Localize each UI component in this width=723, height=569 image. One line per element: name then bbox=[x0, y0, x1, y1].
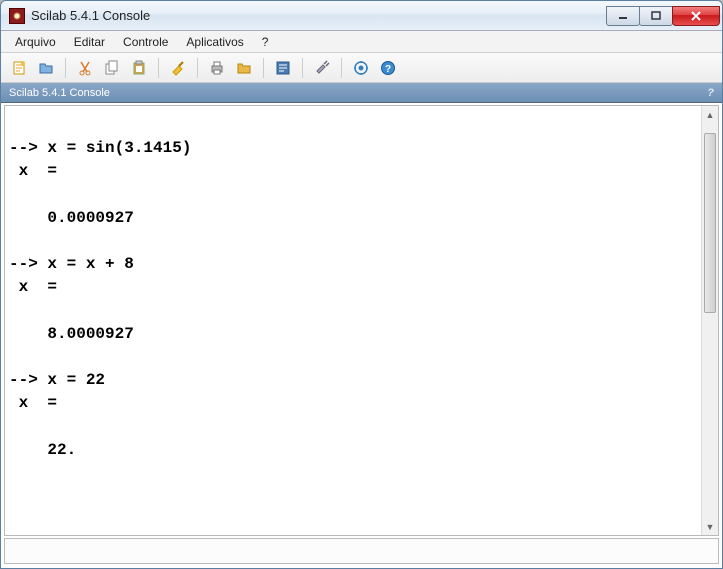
toolbar: ? bbox=[1, 53, 722, 83]
paste-icon bbox=[131, 60, 147, 76]
maximize-button[interactable] bbox=[639, 6, 673, 26]
help-icon: ? bbox=[380, 60, 396, 76]
toolbar-sep bbox=[158, 58, 159, 78]
minimize-button[interactable] bbox=[606, 6, 640, 26]
open-button[interactable] bbox=[34, 56, 58, 80]
scroll-up-arrow[interactable]: ▲ bbox=[702, 106, 718, 123]
vertical-scrollbar[interactable]: ▲ ▼ bbox=[701, 106, 718, 535]
toolbar-sep bbox=[263, 58, 264, 78]
menu-controle[interactable]: Controle bbox=[115, 33, 176, 51]
scroll-track[interactable] bbox=[702, 123, 718, 518]
scinotes-button[interactable] bbox=[271, 56, 295, 80]
folder-button[interactable] bbox=[232, 56, 256, 80]
prefs-icon bbox=[314, 60, 330, 76]
panel-title: Scilab 5.4.1 Console bbox=[9, 87, 110, 99]
menu-aplicativos[interactable]: Aplicativos bbox=[178, 33, 251, 51]
new-button[interactable] bbox=[7, 56, 31, 80]
scroll-down-arrow[interactable]: ▼ bbox=[702, 518, 718, 535]
print-button[interactable] bbox=[205, 56, 229, 80]
toolbar-sep bbox=[65, 58, 66, 78]
clear-button[interactable] bbox=[166, 56, 190, 80]
menu-editar[interactable]: Editar bbox=[66, 33, 113, 51]
copy-button[interactable] bbox=[100, 56, 124, 80]
prefs-button[interactable] bbox=[310, 56, 334, 80]
print-icon bbox=[209, 60, 225, 76]
console-wrap: --> x = sin(3.1415) x = 0.0000927 --> x … bbox=[4, 105, 719, 536]
copy-icon bbox=[104, 60, 120, 76]
window-frame: Scilab 5.4.1 Console Arquivo Editar Cont… bbox=[0, 0, 723, 569]
toolbar-sep bbox=[341, 58, 342, 78]
close-icon bbox=[690, 11, 702, 21]
maximize-icon bbox=[651, 11, 661, 21]
command-input[interactable] bbox=[4, 538, 719, 564]
window-title: Scilab 5.4.1 Console bbox=[31, 8, 607, 23]
panel-help-icon[interactable]: ? bbox=[707, 87, 714, 99]
close-button[interactable] bbox=[672, 6, 720, 26]
menu-help[interactable]: ? bbox=[254, 33, 277, 51]
new-icon bbox=[11, 60, 27, 76]
window-buttons bbox=[607, 6, 720, 26]
menu-arquivo[interactable]: Arquivo bbox=[7, 33, 64, 51]
menu-bar: Arquivo Editar Controle Aplicativos ? bbox=[1, 31, 722, 53]
panel-header: Scilab 5.4.1 Console ? bbox=[1, 83, 722, 103]
toolbar-sep bbox=[302, 58, 303, 78]
atoms-button[interactable] bbox=[349, 56, 373, 80]
scroll-thumb[interactable] bbox=[704, 133, 716, 313]
cut-icon bbox=[77, 60, 93, 76]
folder-icon bbox=[236, 60, 252, 76]
svg-text:?: ? bbox=[385, 64, 391, 75]
console-output[interactable]: --> x = sin(3.1415) x = 0.0000927 --> x … bbox=[5, 106, 701, 535]
title-bar[interactable]: Scilab 5.4.1 Console bbox=[1, 1, 722, 31]
app-icon bbox=[9, 8, 25, 24]
paste-button[interactable] bbox=[127, 56, 151, 80]
scinotes-icon bbox=[275, 60, 291, 76]
cut-button[interactable] bbox=[73, 56, 97, 80]
open-icon bbox=[38, 60, 54, 76]
help-button[interactable]: ? bbox=[376, 56, 400, 80]
atoms-icon bbox=[353, 60, 369, 76]
clear-icon bbox=[170, 60, 186, 76]
toolbar-sep bbox=[197, 58, 198, 78]
minimize-icon bbox=[618, 11, 628, 21]
